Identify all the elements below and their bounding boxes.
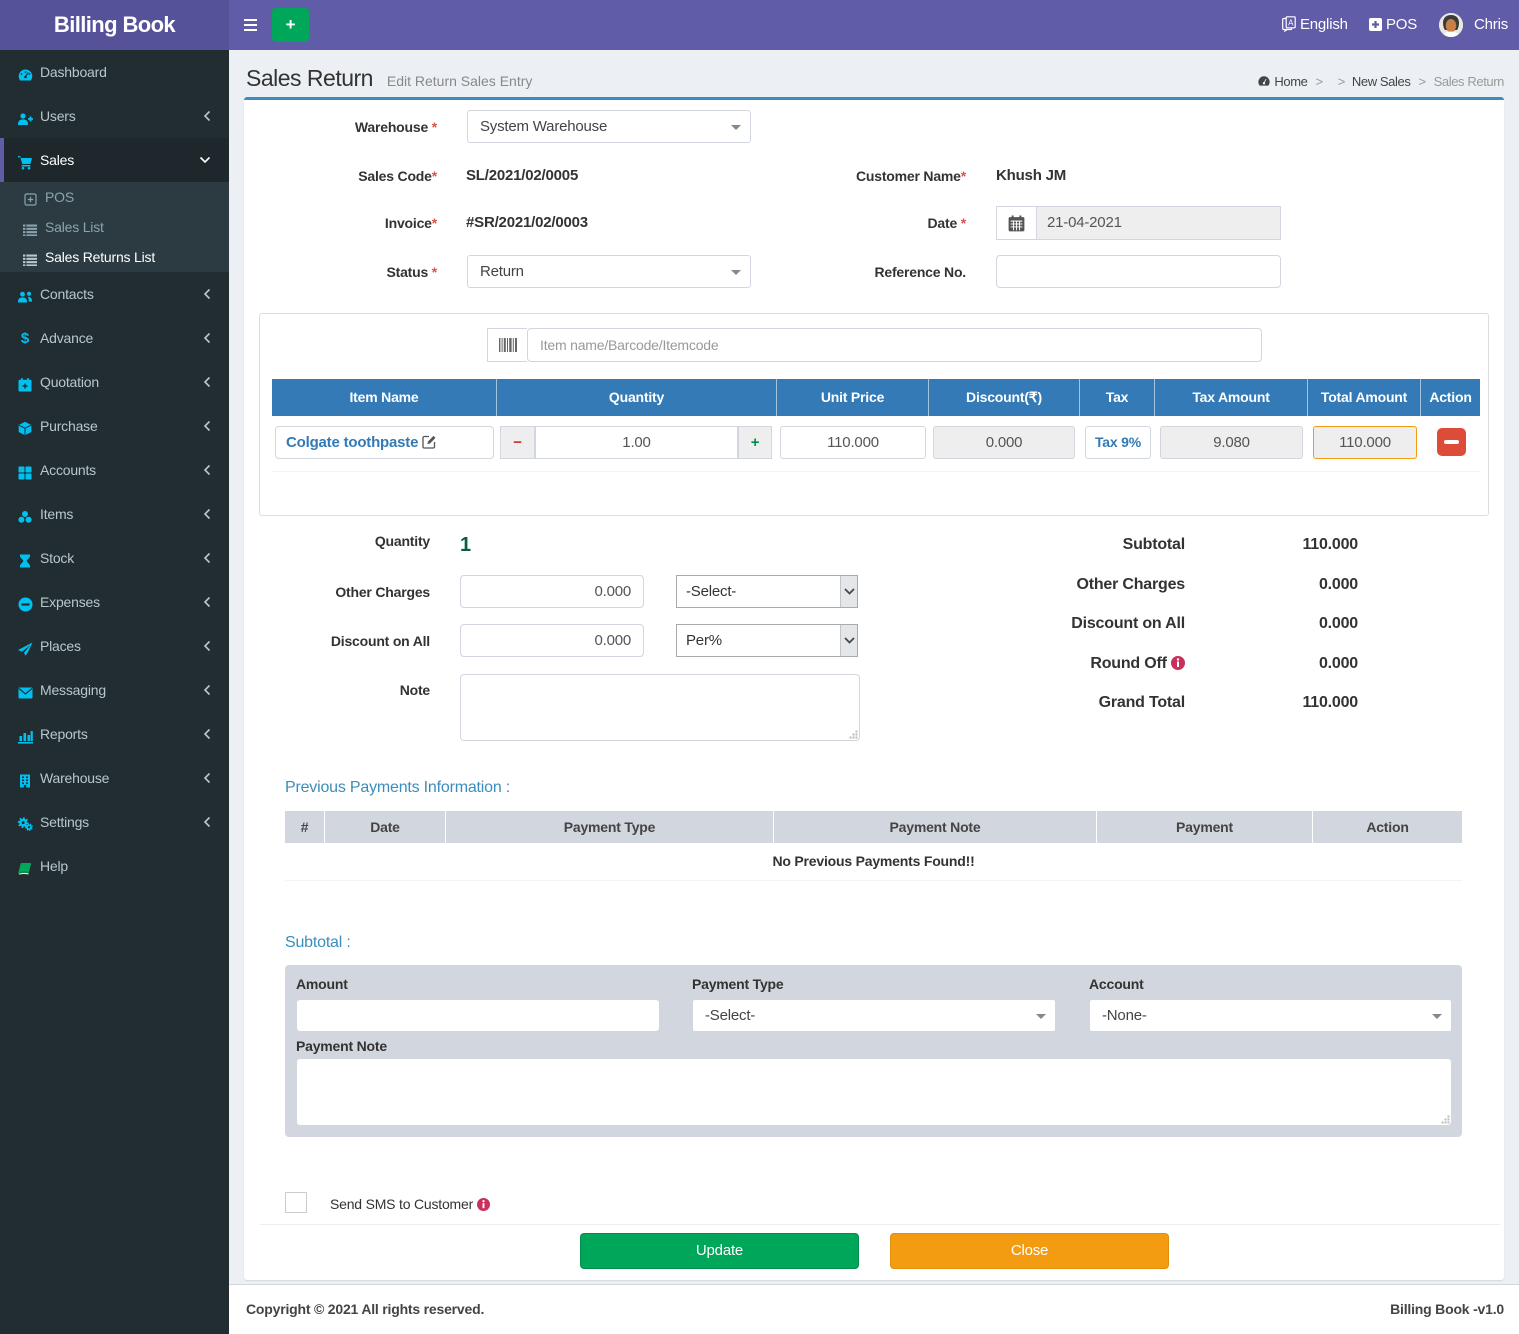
svg-text:A: A xyxy=(1288,19,1294,28)
